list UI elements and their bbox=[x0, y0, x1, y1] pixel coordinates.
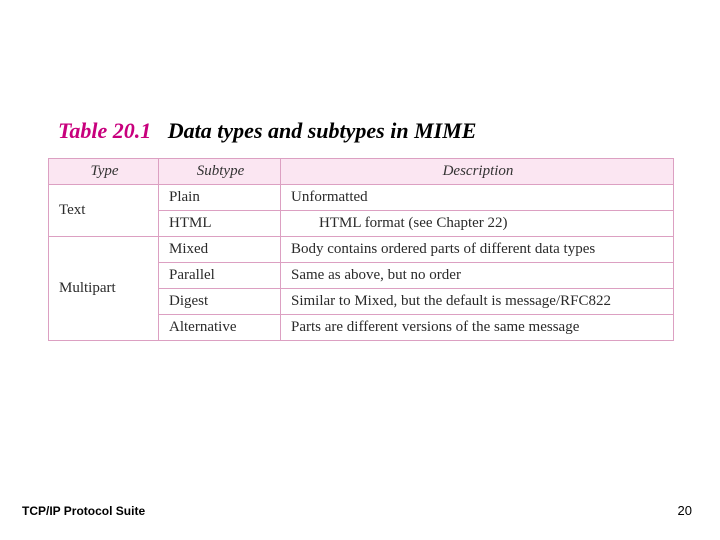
footer-text: TCP/IP Protocol Suite bbox=[22, 504, 145, 518]
table-row: Multipart Mixed Body contains ordered pa… bbox=[49, 237, 674, 263]
col-header-type: Type bbox=[49, 159, 159, 185]
cell-subtype: Plain bbox=[159, 185, 281, 211]
cell-desc: Unformatted bbox=[281, 185, 674, 211]
cell-subtype: Parallel bbox=[159, 263, 281, 289]
slide: Table 20.1 Data types and subtypes in MI… bbox=[0, 0, 720, 540]
cell-desc: Parts are different versions of the same… bbox=[281, 315, 674, 341]
cell-subtype: Alternative bbox=[159, 315, 281, 341]
table-title: Data types and subtypes in MIME bbox=[168, 118, 477, 143]
cell-type-multipart: Multipart bbox=[49, 237, 159, 341]
table-header-row: Type Subtype Description bbox=[49, 159, 674, 185]
page-number: 20 bbox=[678, 503, 692, 518]
cell-desc: Similar to Mixed, but the default is mes… bbox=[281, 289, 674, 315]
col-header-subtype: Subtype bbox=[159, 159, 281, 185]
mime-table: Type Subtype Description Text Plain Unfo… bbox=[48, 158, 674, 341]
table-caption: Table 20.1 Data types and subtypes in MI… bbox=[58, 118, 476, 144]
cell-type-text: Text bbox=[49, 185, 159, 237]
col-header-description: Description bbox=[281, 159, 674, 185]
cell-subtype: HTML bbox=[159, 211, 281, 237]
mime-table-container: Type Subtype Description Text Plain Unfo… bbox=[48, 158, 674, 341]
cell-desc: HTML format (see Chapter 22) bbox=[281, 211, 674, 237]
cell-desc: Same as above, but no order bbox=[281, 263, 674, 289]
cell-desc: Body contains ordered parts of different… bbox=[281, 237, 674, 263]
table-row: Text Plain Unformatted bbox=[49, 185, 674, 211]
table-number: Table 20.1 bbox=[58, 118, 151, 143]
cell-subtype: Digest bbox=[159, 289, 281, 315]
cell-subtype: Mixed bbox=[159, 237, 281, 263]
